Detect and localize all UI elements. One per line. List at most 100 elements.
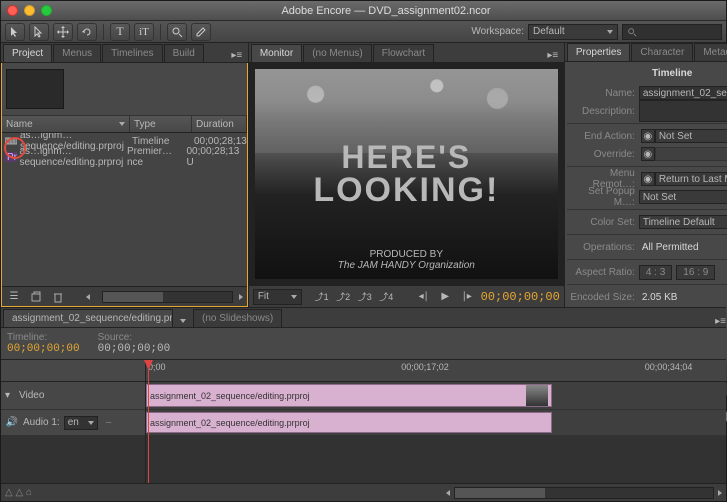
panel-menu-icon[interactable]: ▸≡	[715, 316, 726, 327]
workspace-select[interactable]: Default	[528, 24, 618, 40]
trash-icon[interactable]	[50, 289, 66, 305]
vertical-text-tool[interactable]: iT	[134, 23, 154, 41]
timeline-tab[interactable]: assignment_02_sequence/editing.prproj ×	[3, 309, 173, 327]
pickwhip-icon[interactable]: ◉	[641, 172, 655, 186]
aspect-43-button[interactable]: 4 : 3	[639, 265, 672, 280]
zoom-tool[interactable]	[167, 23, 187, 41]
clip-thumbnail	[526, 385, 548, 406]
monitor-viewport: HERE'S LOOKING! PRODUCED BY The JAM HAND…	[255, 69, 558, 279]
timeline-timecode[interactable]: 00;00;00;00	[7, 343, 80, 355]
override-select: ▸	[655, 147, 727, 161]
tab-flowchart[interactable]: Flowchart	[373, 44, 434, 62]
audio-clip[interactable]: assignment_02_sequence/editing.prproj	[146, 412, 552, 433]
horizontal-scrollbar[interactable]	[102, 291, 233, 303]
list-view-icon[interactable]: ☰	[6, 289, 22, 305]
preview-thumbnail	[6, 69, 64, 109]
tab-timelines[interactable]: Timelines	[102, 44, 162, 62]
video-track-header[interactable]: ▾ Video	[1, 382, 145, 410]
timeline-asset-icon	[4, 134, 18, 148]
scroll-right-icon[interactable]	[239, 294, 243, 300]
rotate-tool[interactable]	[77, 23, 97, 41]
next-frame-icon[interactable]: ∣▸	[459, 290, 475, 304]
column-name[interactable]: Name	[2, 116, 130, 132]
scroll-right-icon[interactable]	[718, 490, 722, 496]
tab-properties[interactable]: Properties	[567, 43, 631, 61]
project-list: as…ignm…sequence/editing.prproj Timeline…	[2, 133, 247, 286]
playhead[interactable]	[148, 360, 149, 483]
scroll-left-icon[interactable]	[446, 490, 450, 496]
workspace-label: Workspace:	[471, 26, 524, 37]
route-btn[interactable]: ⤴3	[357, 290, 373, 304]
panel-menu-icon[interactable]: ▸≡	[230, 48, 244, 62]
search-icon	[627, 27, 637, 37]
new-item-icon[interactable]	[28, 289, 44, 305]
description-field[interactable]	[639, 100, 727, 122]
edit-tool[interactable]	[191, 23, 211, 41]
close-window-icon[interactable]	[7, 5, 18, 16]
project-tabs: Project Menus Timelines Build ▸≡	[1, 43, 248, 63]
menu-remote-select[interactable]: Return to Last Menu▸	[655, 172, 727, 186]
time-ruler[interactable]: 0;00 00;00;17;02 00;00;34;04	[146, 360, 726, 382]
aspect-169-button[interactable]: 16 : 9	[676, 265, 715, 280]
toolbar: T iT Workspace: Default	[1, 21, 726, 43]
window-title: Adobe Encore — DVD_assignment02.ncor	[52, 5, 720, 17]
tab-character[interactable]: Character	[631, 43, 693, 61]
svg-text:Pr: Pr	[7, 152, 17, 162]
chevron-down-icon	[607, 30, 613, 34]
scroll-left-icon[interactable]	[86, 294, 90, 300]
asset-preview	[2, 63, 247, 115]
frame-title-line1: HERE'S	[313, 141, 499, 173]
timeline-scrollbar[interactable]	[454, 487, 714, 499]
frame-subtitle2: The JAM HANDY Organization	[338, 260, 475, 271]
search-input[interactable]	[622, 24, 722, 40]
tab-project[interactable]: Project	[3, 44, 52, 62]
minimize-window-icon[interactable]	[24, 5, 35, 16]
tab-overflow-icon[interactable]	[180, 319, 186, 323]
project-row[interactable]: Pr as…ignm…sequence/editing.prproj Premi…	[2, 149, 247, 165]
monitor-tabs: Monitor (no Menus) Flowchart ▸≡	[249, 43, 564, 63]
audio-track[interactable]: assignment_02_sequence/editing.prproj	[146, 410, 726, 436]
route-btn[interactable]: ⤴1	[314, 290, 330, 304]
text-tool[interactable]: T	[110, 23, 130, 41]
titlebar: Adobe Encore — DVD_assignment02.ncor	[1, 1, 726, 21]
set-popup-select[interactable]: Not Set▸	[639, 190, 727, 204]
pickwhip-icon[interactable]: ◉	[641, 129, 655, 143]
frame-subtitle1: PRODUCED BY	[338, 249, 475, 260]
tab-metadata[interactable]: Metadata	[694, 43, 727, 61]
play-icon[interactable]: ▶	[437, 290, 453, 304]
tab-monitor[interactable]: Monitor	[251, 44, 302, 62]
monitor-timecode[interactable]: 00;00;00;00	[481, 290, 560, 304]
tab-build[interactable]: Build	[164, 44, 204, 62]
panel-menu-icon[interactable]: ▸≡	[546, 48, 560, 62]
zoom-window-icon[interactable]	[41, 5, 52, 16]
column-duration[interactable]: Duration	[192, 116, 247, 132]
column-type[interactable]: Type	[130, 116, 192, 132]
tab-no-menus[interactable]: (no Menus)	[303, 44, 372, 62]
direct-select-tool[interactable]	[29, 23, 49, 41]
tab-menus[interactable]: Menus	[53, 44, 101, 62]
move-tool[interactable]	[53, 23, 73, 41]
timeline-footer: △ △ ⌂	[1, 483, 726, 501]
audio-track-header[interactable]: 🔊 Audio 1: en –	[1, 410, 145, 436]
prev-frame-icon[interactable]: ◂∣	[416, 290, 432, 304]
premiere-asset-icon: Pr	[4, 150, 17, 164]
route-btn[interactable]: ⤴2	[335, 290, 351, 304]
name-field[interactable]: assignment_02_sequence/ed	[639, 86, 727, 100]
color-set-select[interactable]: Timeline Default	[639, 215, 727, 229]
frame-title-line2: LOOKING!	[313, 173, 499, 207]
video-track[interactable]: assignment_02_sequence/editing.prproj	[146, 382, 726, 410]
source-timecode[interactable]: 00;00;00;00	[98, 343, 171, 355]
route-btn[interactable]: ⤴4	[379, 290, 395, 304]
selection-tool[interactable]	[5, 23, 25, 41]
monitor-controls: Fit ⤴1 ⤴2 ⤴3 ⤴4 ◂∣ ▶ ∣▸ 00;00;00;00	[249, 285, 564, 307]
zoom-select[interactable]: Fit	[253, 289, 302, 305]
properties-section-title: Timeline	[567, 68, 727, 79]
audio-lang-select[interactable]: en	[64, 416, 98, 430]
pickwhip-icon[interactable]: ◉	[641, 147, 655, 161]
no-slideshows-tab[interactable]: (no Slideshows)	[193, 309, 282, 327]
video-clip[interactable]: assignment_02_sequence/editing.prproj	[146, 384, 552, 407]
properties-tabs: Properties Character Metadata ▸≡	[565, 43, 727, 62]
timeline-panel: assignment_02_sequence/editing.prproj × …	[1, 307, 726, 501]
end-action-select[interactable]: Not Set▸	[655, 129, 727, 143]
speaker-icon[interactable]: 🔊	[5, 416, 19, 430]
